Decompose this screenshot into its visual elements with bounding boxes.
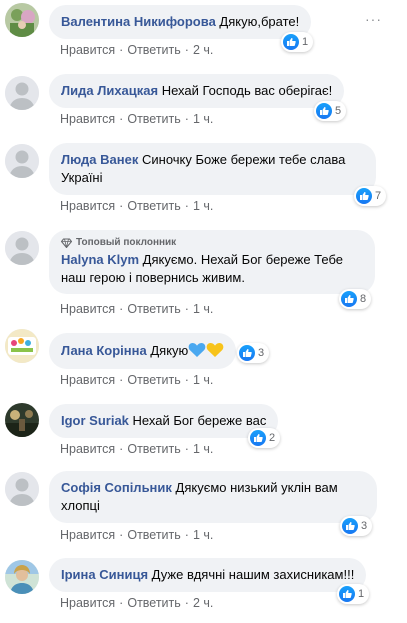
top-fan-badge: Топовый поклонник [61, 236, 363, 249]
like-count: 5 [335, 105, 342, 117]
like-link[interactable]: Нравится [60, 596, 115, 610]
comment-actions: Нравится · Ответить · 2 ч. [60, 596, 214, 610]
avatar[interactable] [5, 144, 39, 178]
comment-bubble: Igor Suriak Нехай Бог береже вас [49, 404, 279, 438]
comment-actions: Нравится · Ответить · 1 ч. [60, 442, 214, 456]
comment-author[interactable]: Валентина Никифорова [61, 14, 216, 29]
reply-link[interactable]: Ответить [127, 442, 180, 456]
like-link[interactable]: Нравится [60, 442, 115, 456]
like-count-badge[interactable]: 5 [314, 101, 347, 121]
thumbs-up-icon [339, 586, 355, 602]
like-count-badge[interactable]: 1 [281, 32, 314, 52]
comment-bubble: Валентина Никифорова Дякую,брате! [49, 5, 312, 39]
like-count: 3 [361, 520, 368, 532]
thumbs-up-icon [356, 188, 372, 204]
thumbs-up-icon [316, 103, 332, 119]
comment-author[interactable]: Halyna Klym [61, 252, 139, 267]
comment-author[interactable]: Ірина Синиця [61, 567, 148, 582]
avatar[interactable] [5, 3, 39, 37]
reply-link[interactable]: Ответить [127, 373, 180, 387]
comment-text-line: наш герою і повернись живим. [61, 270, 245, 285]
thumbs-up-icon [250, 430, 266, 446]
like-count: 2 [269, 432, 276, 444]
yellow-heart-icon [206, 343, 224, 357]
like-count: 3 [258, 347, 265, 359]
like-link[interactable]: Нравится [60, 199, 115, 213]
thumbs-up-icon [341, 291, 357, 307]
comment-bubble: Ірина Синиця Дуже вдячні нашим захисника… [49, 558, 367, 592]
timestamp[interactable]: 2 ч. [193, 43, 213, 57]
avatar[interactable] [5, 329, 39, 363]
like-link[interactable]: Нравится [60, 112, 115, 126]
like-count-badge[interactable]: 3 [237, 343, 270, 363]
avatar[interactable] [5, 560, 39, 594]
comment-actions: Нравится · Ответить · 2 ч. [60, 43, 214, 57]
timestamp[interactable]: 2 ч. [193, 596, 213, 610]
like-link[interactable]: Нравится [60, 302, 115, 316]
reply-link[interactable]: Ответить [127, 199, 180, 213]
avatar[interactable] [5, 403, 39, 437]
like-count-badge[interactable]: 2 [248, 428, 281, 448]
reply-link[interactable]: Ответить [127, 302, 180, 316]
comment-text-line: Україні [61, 170, 103, 185]
comment-text: Дуже вдячні нашим захисникам!!! [151, 567, 355, 582]
timestamp[interactable]: 1 ч. [193, 442, 213, 456]
diamond-icon [61, 237, 72, 248]
comment-text: Дякую,брате! [219, 14, 300, 29]
comment-bubble: Лида Лихацкая Нехай Господь вас оберігає… [49, 74, 345, 108]
comment-actions: Нравится · Ответить · 1 ч. [60, 112, 214, 126]
badge-label: Топовый поклонник [76, 237, 177, 248]
comment-author[interactable]: Лана Корінна [61, 343, 147, 358]
thumbs-up-icon [239, 345, 255, 361]
timestamp[interactable]: 1 ч. [193, 199, 213, 213]
comment-author[interactable]: Софія Сопільник [61, 480, 172, 495]
comment-text: Нехай Господь вас оберігає! [161, 83, 333, 98]
comment-actions: Нравится · Ответить · 1 ч. [60, 528, 214, 542]
comment-actions: Нравится · Ответить · 1 ч. [60, 373, 214, 387]
reply-link[interactable]: Ответить [127, 596, 180, 610]
comment-text: Дякуємо низький уклін вам [175, 480, 338, 495]
like-count: 1 [302, 36, 309, 48]
avatar[interactable] [5, 76, 39, 110]
like-count-badge[interactable]: 1 [337, 584, 370, 604]
blue-heart-icon [188, 343, 206, 357]
comment-bubble: Лана Корінна Дякую [49, 333, 237, 369]
like-count: 8 [360, 293, 367, 305]
comment-author[interactable]: Лида Лихацкая [61, 83, 158, 98]
comment-actions: Нравится · Ответить · 1 ч. [60, 199, 214, 213]
comment-bubble: Люда Ванек Синочку Боже бережи тебе слав… [49, 143, 376, 195]
comment-author[interactable]: Igor Suriak [61, 413, 129, 428]
timestamp[interactable]: 1 ч. [193, 302, 213, 316]
comment-bubble: Софія Сопільник Дякуємо низький уклін ва… [49, 471, 377, 523]
thumbs-up-icon [283, 34, 299, 50]
like-count-badge[interactable]: 7 [354, 186, 387, 206]
comment-author[interactable]: Люда Ванек [61, 152, 138, 167]
comment-text: Синочку Боже бережи тебе слава [141, 152, 346, 167]
comment-bubble: Топовый поклонник Halyna Klym Дякуємо. Н… [49, 230, 375, 294]
comment-text-line: хлопці [61, 498, 100, 513]
like-count-badge[interactable]: 8 [339, 289, 372, 309]
like-count-badge[interactable]: 3 [340, 516, 373, 536]
comment-text: Дякую [150, 343, 189, 358]
thumbs-up-icon [342, 518, 358, 534]
reply-link[interactable]: Ответить [127, 112, 180, 126]
reply-link[interactable]: Ответить [127, 43, 180, 57]
avatar[interactable] [5, 472, 39, 506]
more-options-icon[interactable]: ··· [365, 11, 382, 27]
timestamp[interactable]: 1 ч. [193, 528, 213, 542]
like-link[interactable]: Нравится [60, 373, 115, 387]
avatar[interactable] [5, 231, 39, 265]
timestamp[interactable]: 1 ч. [193, 112, 213, 126]
timestamp[interactable]: 1 ч. [193, 373, 213, 387]
like-count: 1 [358, 588, 365, 600]
comment-text: Дякуємо. Нехай Бог береже Тебе [142, 252, 343, 267]
comment-actions: Нравится · Ответить · 1 ч. [60, 302, 214, 316]
comment-text: Нехай Бог береже вас [132, 413, 267, 428]
reply-link[interactable]: Ответить [127, 528, 180, 542]
like-count: 7 [375, 190, 382, 202]
like-link[interactable]: Нравится [60, 43, 115, 57]
like-link[interactable]: Нравится [60, 528, 115, 542]
